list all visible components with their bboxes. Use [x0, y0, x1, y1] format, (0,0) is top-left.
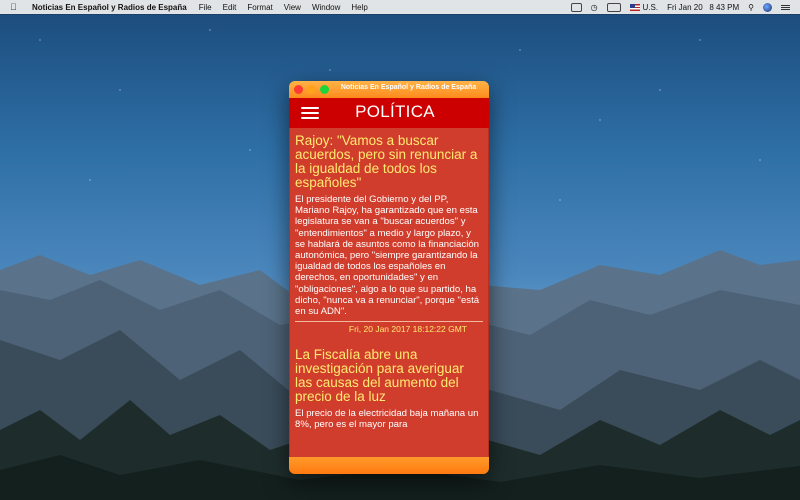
article-headline[interactable]: La Fiscalía abre una investigación para … [295, 348, 483, 404]
time-machine-icon[interactable]: ◷ [591, 3, 598, 12]
zoom-button[interactable] [320, 85, 329, 94]
window-titlebar[interactable]: Noticias En Español y Radios de España [289, 81, 489, 98]
siri-icon[interactable] [763, 2, 772, 12]
close-button[interactable] [294, 85, 303, 94]
article-date: Fri, 20 Jan 2017 18:12:22 GMT [348, 324, 467, 335]
article-headline[interactable]: Rajoy: "Vamos a buscar acuerdos, pero si… [295, 134, 483, 190]
menu-view[interactable]: View [284, 3, 301, 12]
input-source-menu[interactable]: U.S. [629, 2, 659, 12]
menu-window[interactable]: Window [312, 3, 340, 12]
news-article[interactable]: La Fiscalía abre una investigación para … [290, 348, 488, 431]
article-divider [295, 321, 483, 323]
app-window: Noticias En Español y Radios de España P… [289, 81, 489, 474]
flag-us-icon [629, 3, 640, 11]
article-summary: El precio de la electricidad baja mañana… [295, 408, 479, 431]
section-title: POLÍTICA [355, 102, 435, 121]
menu-help[interactable]: Help [351, 3, 367, 12]
menu-app-name[interactable]: Noticias En Español y Radios de España [32, 3, 187, 12]
cc-icon[interactable] [570, 2, 582, 12]
menu-clock[interactable]: Fri Jan 20 8 43 PM [667, 3, 739, 12]
apple-logo-icon[interactable]:  [10, 2, 22, 12]
battery-icon[interactable] [606, 2, 621, 12]
article-summary: El presidente del Gobierno y del PP, Mar… [295, 194, 480, 318]
search-icon[interactable]: ⚲ [748, 3, 754, 12]
window-title: Noticias En Español y Radios de España [340, 84, 477, 91]
news-article[interactable]: Rajoy: "Vamos a buscar acuerdos, pero si… [290, 128, 488, 334]
menu-extras: ◷ U.S. Fri Jan 20 8 43 PM ⚲ [570, 2, 790, 12]
notification-center-icon[interactable] [781, 4, 790, 10]
minimize-button[interactable] [307, 85, 316, 94]
window-footer-bar [289, 457, 489, 474]
menu-bar:  Noticias En Español y Radios de España… [0, 0, 800, 14]
menu-file[interactable]: File [199, 3, 212, 12]
menu-format[interactable]: Format [247, 3, 272, 12]
menu-edit[interactable]: Edit [223, 3, 237, 12]
section-navbar: POLÍTICA [289, 98, 489, 128]
news-list[interactable]: Rajoy: "Vamos a buscar acuerdos, pero si… [289, 128, 489, 460]
input-source-label: U.S. [642, 2, 659, 12]
